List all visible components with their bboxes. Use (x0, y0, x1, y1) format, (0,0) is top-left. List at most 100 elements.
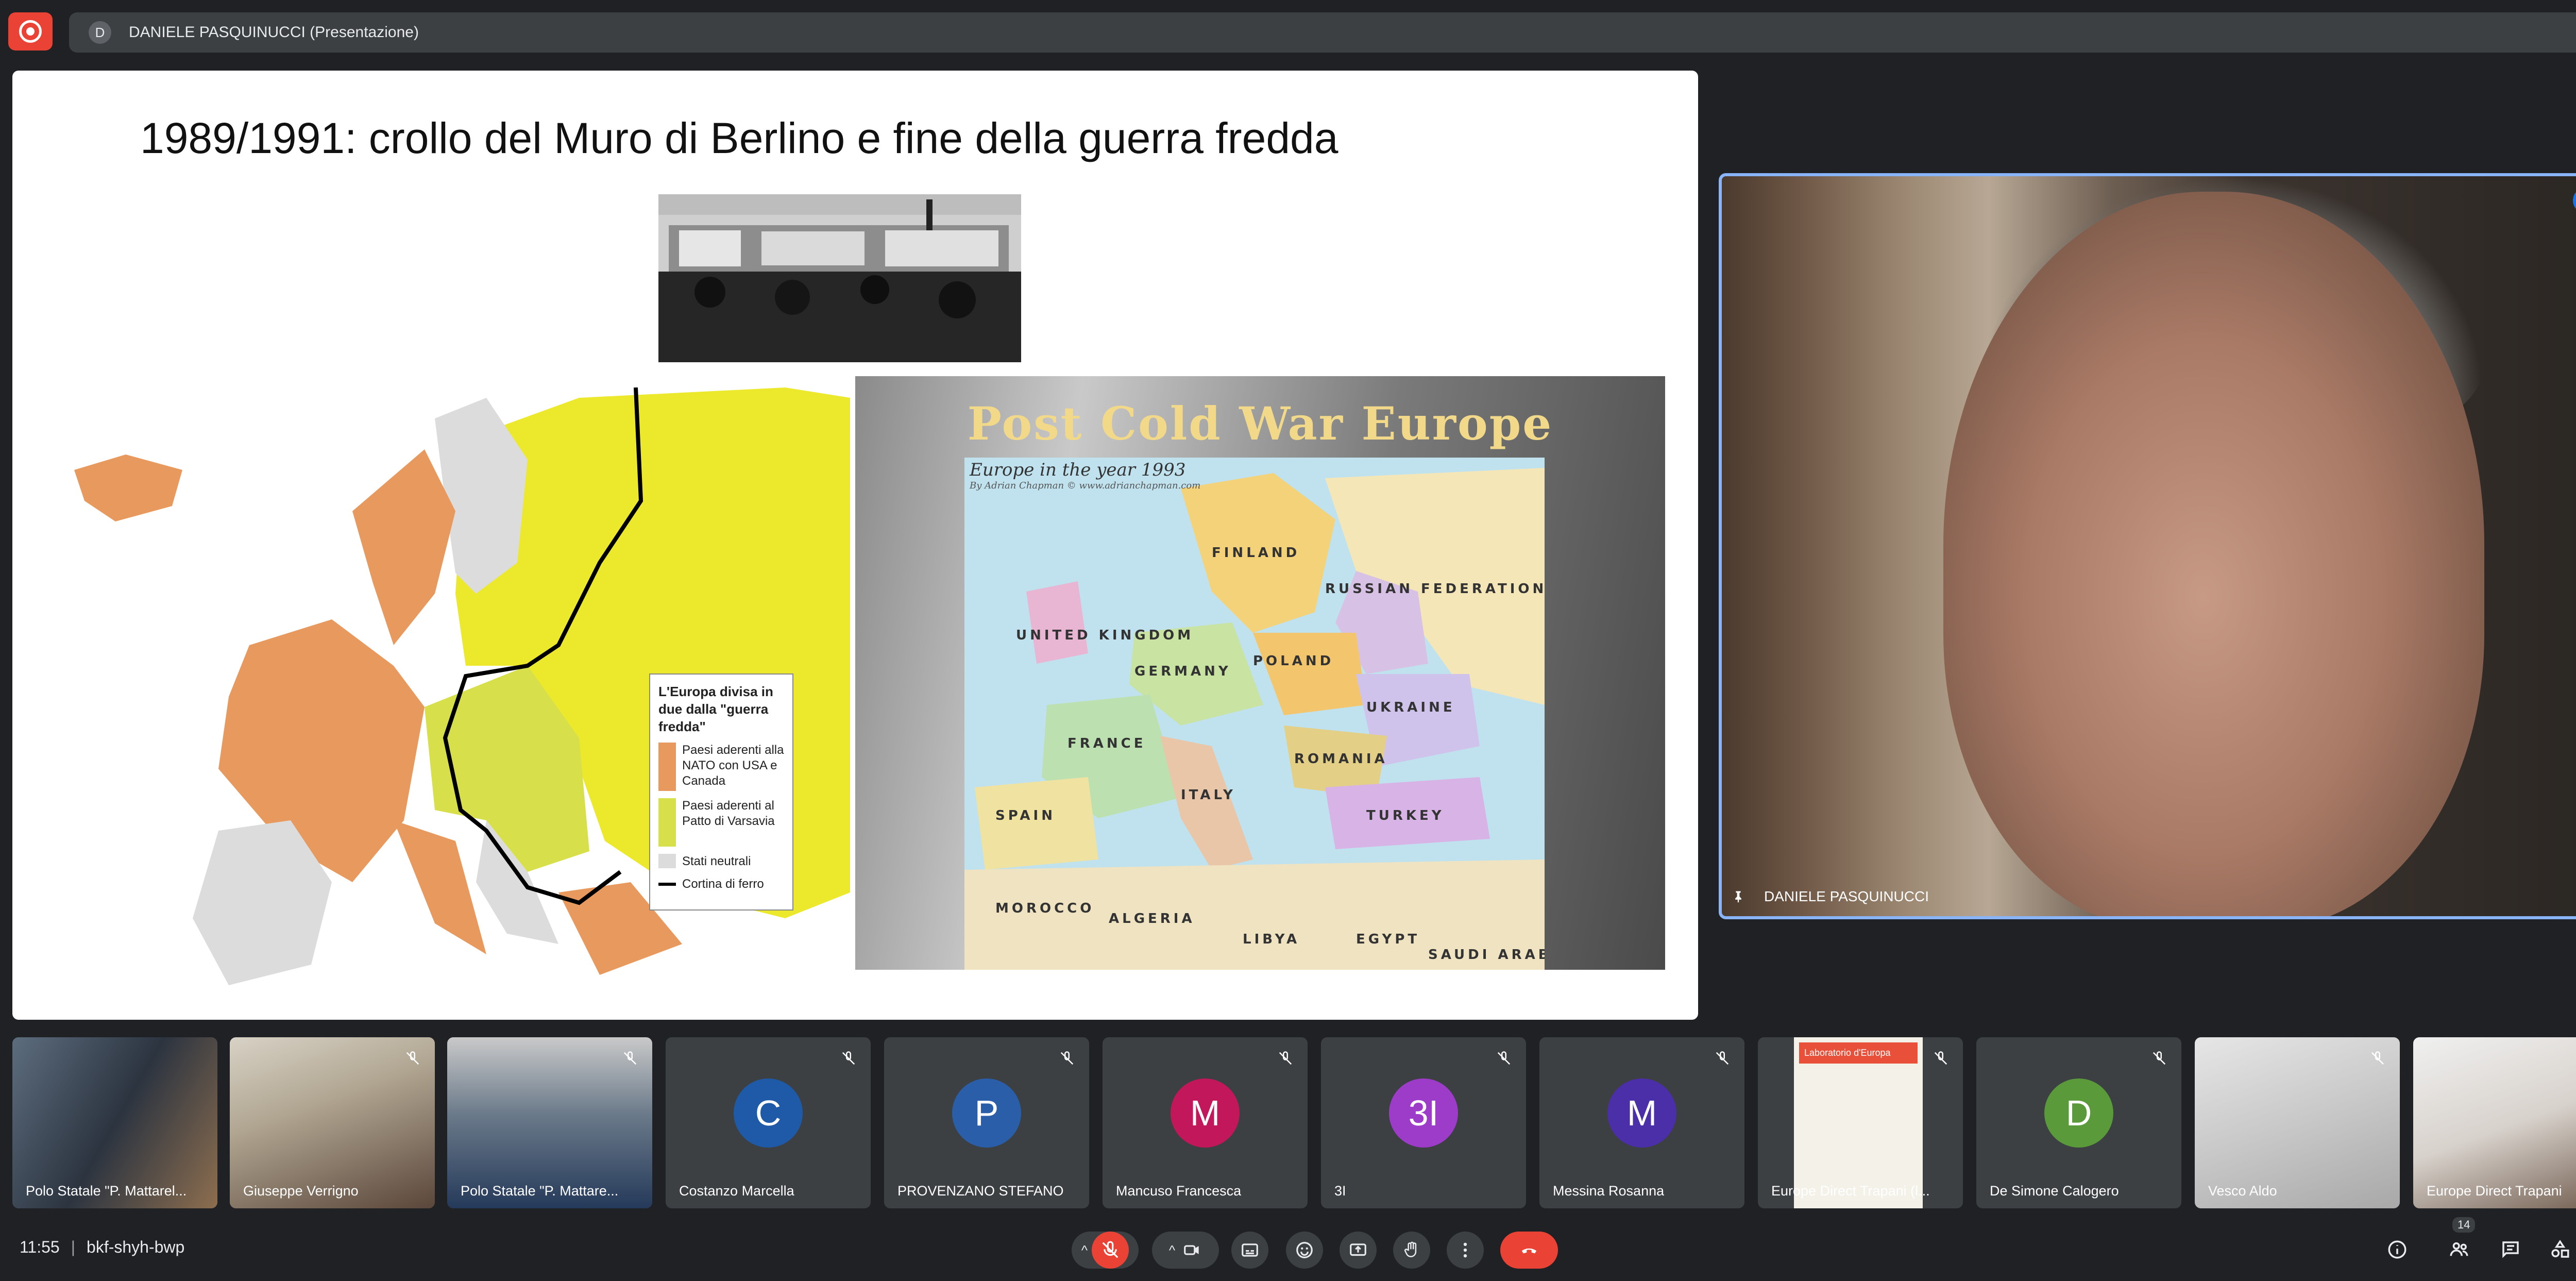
map-label-saudi-arabia: SAUDI ARABIA (1428, 947, 1545, 963)
mic-off-icon (1716, 1051, 1729, 1065)
participant-avatar: M (1171, 1078, 1240, 1148)
presenter-label: DANIELE PASQUINUCCI (Presentazione) (129, 24, 419, 41)
participant-name: Giuseppe Verrigno (243, 1183, 359, 1199)
map-label-russia: RUSSIAN FEDERATION (1325, 581, 1545, 597)
participant-name: Europe Direct Trapani (l... (1771, 1183, 1930, 1199)
legend-title: L'Europa divisa in due dalla "guerra fre… (658, 684, 773, 734)
mic-off-icon (2371, 1051, 2384, 1065)
participant-tile-3[interactable]: Polo Statale "P. Mattare... (447, 1037, 652, 1208)
participant-tile-2[interactable]: Giuseppe Verrigno (230, 1037, 435, 1208)
legend-item-iron-curtain: Cortina di ferro (658, 877, 784, 892)
meeting-code: bkf-shyh-bwp (87, 1238, 185, 1256)
pin-icon (1735, 891, 1741, 903)
participant-tile-5[interactable]: P PROVENZANO STEFANO (884, 1037, 1089, 1208)
leave-call-button[interactable] (1500, 1232, 1558, 1269)
map-label-libya: LIBYA (1243, 932, 1300, 947)
presenter-avatar: D (89, 21, 111, 44)
legend-item-neutral: Stati neutrali (658, 854, 784, 869)
participant-name: Polo Statale "P. Mattare... (461, 1183, 619, 1199)
mic-off-icon (1497, 1051, 1511, 1065)
mic-off-icon (2153, 1051, 2166, 1065)
meeting-details-button[interactable] (2384, 1237, 2410, 1262)
emoji-icon (1296, 1242, 1313, 1258)
activities-button[interactable] (2547, 1237, 2573, 1262)
participant-avatar: 3I (1389, 1078, 1458, 1148)
participant-tile-4[interactable]: C Costanzo Marcella (666, 1037, 871, 1208)
present-screen-icon (1350, 1243, 1366, 1256)
map-label-uk: UNITED KINGDOM (1016, 628, 1194, 643)
participant-tile-7[interactable]: 3I 3I (1321, 1037, 1526, 1208)
clock: 11:55 (20, 1238, 60, 1256)
record-icon (19, 20, 42, 43)
presenter-bar[interactable]: D DANIELE PASQUINUCCI (Presentazione) (69, 12, 2576, 53)
recording-button[interactable] (8, 12, 53, 50)
participant-tile-6[interactable]: M Mancuso Francesca (1103, 1037, 1308, 1208)
reactions-button[interactable] (1286, 1232, 1323, 1269)
captions-button[interactable] (1231, 1232, 1268, 1269)
camera-button[interactable]: ^ (1152, 1232, 1219, 1269)
raise-hand-button[interactable] (1393, 1232, 1430, 1269)
slide-title: 1989/1991: crollo del Muro di Berlino e … (140, 114, 1338, 162)
participant-avatar: D (2044, 1078, 2113, 1148)
people-icon (2450, 1242, 2468, 1256)
map-label-morocco: MOROCCO (995, 901, 1095, 916)
participant-name: Costanzo Marcella (679, 1183, 794, 1199)
participant-name: 3I (1334, 1183, 1346, 1199)
shared-slide: 1989/1991: crollo del Muro di Berlino e … (12, 71, 1698, 1020)
mic-off-icon (842, 1051, 855, 1065)
participant-name: Mancuso Francesca (1116, 1183, 1242, 1199)
presenter-video-tile[interactable]: DANIELE PASQUINUCCI (1719, 173, 2576, 919)
participant-tile-10[interactable]: D De Simone Calogero (1976, 1037, 2181, 1208)
mic-button[interactable]: ^ (1072, 1232, 1139, 1269)
more-options-button[interactable] (1447, 1232, 1484, 1269)
map-label-finland: FINLAND (1212, 545, 1300, 561)
participant-avatar: C (734, 1078, 803, 1148)
legend-item-nato: Paesi aderenti alla NATO con USA e Canad… (658, 743, 784, 791)
meeting-info: 11:55 | bkf-shyh-bwp (20, 1238, 185, 1256)
chat-button[interactable] (2498, 1237, 2523, 1262)
map-credit: By Adrian Chapman © www.adrianchapman.co… (970, 480, 1201, 491)
participant-tile-9[interactable]: Laboratorio d'Europa Europe Direct Trapa… (1758, 1037, 1963, 1208)
map-label-spain: SPAIN (995, 808, 1056, 823)
mic-off-icon (1279, 1051, 1292, 1065)
mic-off-icon (1934, 1051, 1947, 1065)
present-button[interactable] (1340, 1232, 1377, 1269)
people-count-badge: 14 (2452, 1217, 2476, 1233)
participant-name: Polo Statale "P. Mattarel... (26, 1183, 187, 1199)
post-cold-war-title: Post Cold War Europe (967, 397, 1553, 450)
mic-off-icon (1060, 1051, 1074, 1065)
participant-name: PROVENZANO STEFANO (897, 1183, 1064, 1199)
participant-name: De Simone Calogero (1990, 1183, 2119, 1199)
post-cold-war-panel: Post Cold War Europe Europe in the year … (855, 376, 1665, 970)
chevron-up-icon: ^ (1081, 1242, 1088, 1258)
berlin-wall-photo (658, 194, 1021, 362)
europe-1993-map: Europe in the year 1993 By Adrian Chapma… (964, 458, 1545, 970)
map-label-algeria: ALGERIA (1109, 911, 1195, 926)
participant-name: Europe Direct Trapani (2427, 1183, 2562, 1199)
map-label-france: FRANCE (1067, 736, 1146, 751)
map-label-romania: ROMANIA (1294, 751, 1388, 767)
participant-tile-11[interactable]: Vesco Aldo (2195, 1037, 2400, 1208)
captions-icon (1242, 1243, 1258, 1257)
more-vert-icon (1463, 1242, 1467, 1258)
participant-tile-12[interactable]: Europe Direct Trapani (2413, 1037, 2576, 1208)
hang-up-icon (1521, 1248, 1537, 1254)
map-label-turkey: TURKEY (1366, 808, 1445, 823)
presenter-video-name: DANIELE PASQUINUCCI (1764, 888, 1929, 904)
people-button[interactable] (2446, 1237, 2472, 1262)
shapes-icon (2551, 1240, 2569, 1258)
legend-item-warsaw: Paesi aderenti al Patto di Varsavia (658, 798, 784, 847)
speaking-indicator-icon (2573, 188, 2576, 213)
chevron-up-icon: ^ (1168, 1242, 1176, 1258)
participant-tile-1[interactable]: Polo Statale "P. Mattarel... (12, 1037, 217, 1208)
participant-tile-8[interactable]: M Messina Rosanna (1539, 1037, 1744, 1208)
map-label-ukraine: UKRAINE (1366, 700, 1455, 715)
participant-avatar: P (952, 1078, 1021, 1148)
mic-off-icon (623, 1051, 637, 1065)
participant-avatar: M (1607, 1078, 1676, 1148)
map-label-germany: GERMANY (1134, 664, 1231, 679)
map-label-egypt: EGYPT (1356, 932, 1420, 947)
map-label-italy: ITALY (1181, 787, 1236, 803)
participant-name: Vesco Aldo (2208, 1183, 2277, 1199)
chat-icon (2502, 1241, 2519, 1258)
